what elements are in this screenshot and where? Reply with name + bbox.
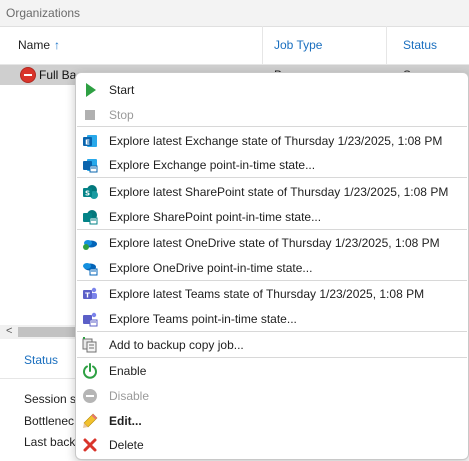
- exchange-pit-icon: [83, 159, 98, 173]
- session-status-label: Session st: [24, 392, 80, 406]
- panel-title: Organizations: [6, 6, 81, 20]
- menu-separator: [77, 126, 467, 127]
- column-name-header[interactable]: Name ↑: [18, 26, 60, 64]
- disable-icon: [83, 389, 97, 403]
- exchange-icon: E: [83, 135, 97, 147]
- menu-separator: [77, 357, 467, 358]
- menu-item-explore-teams-latest[interactable]: T Explore latest Teams state of Thursday…: [76, 282, 468, 306]
- menu-item-explore-teams-pit[interactable]: Explore Teams point-in-time state...: [76, 307, 468, 331]
- onedrive-icon: [83, 240, 97, 250]
- delete-x-icon: [83, 438, 97, 452]
- menu-item-explore-onedrive-pit[interactable]: Explore OneDrive point-in-time state...: [76, 256, 468, 280]
- menu-item-delete[interactable]: Delete: [76, 433, 468, 457]
- last-backup-label: Last backu: [24, 435, 83, 449]
- column-headers: Name ↑ Job Type Status: [0, 26, 469, 65]
- play-icon: [86, 83, 96, 97]
- menu-item-explore-sharepoint-pit[interactable]: Explore SharePoint point-in-time state..…: [76, 205, 468, 229]
- column-divider[interactable]: [386, 26, 387, 64]
- scroll-left-icon[interactable]: <: [6, 325, 12, 337]
- menu-item-edit[interactable]: Edit...: [76, 409, 468, 433]
- pencil-icon: [83, 413, 98, 428]
- menu-item-disable[interactable]: Disable: [76, 384, 468, 408]
- teams-icon: T: [83, 287, 97, 299]
- onedrive-pit-icon: [83, 263, 98, 276]
- organizations-panel-header: Organizations: [0, 0, 469, 27]
- column-divider[interactable]: [262, 26, 263, 64]
- svg-text:S: S: [85, 189, 90, 197]
- teams-pit-icon: [83, 312, 98, 327]
- menu-separator: [77, 331, 467, 332]
- menu-item-explore-onedrive-latest[interactable]: Explore latest OneDrive state of Thursda…: [76, 231, 468, 255]
- menu-item-add-to-backup-copy-job[interactable]: Add to backup copy job...: [76, 333, 468, 357]
- backup-copy-job-icon: [82, 337, 97, 353]
- scrollbar-thumb[interactable]: [18, 327, 78, 337]
- menu-separator: [77, 280, 467, 281]
- menu-item-enable[interactable]: Enable: [76, 359, 468, 383]
- menu-item-start[interactable]: Start: [76, 78, 468, 102]
- svg-text:T: T: [85, 291, 90, 299]
- menu-item-explore-exchange-pit[interactable]: Explore Exchange point-in-time state...: [76, 153, 468, 177]
- power-icon: [83, 363, 97, 379]
- sharepoint-icon: S: [83, 185, 98, 199]
- menu-item-explore-sharepoint-latest[interactable]: S Explore latest SharePoint state of Thu…: [76, 180, 468, 204]
- sharepoint-pit-icon: [83, 210, 98, 225]
- job-failed-icon: [20, 67, 36, 83]
- column-job-type-header[interactable]: Job Type: [274, 26, 322, 64]
- menu-separator: [77, 177, 467, 178]
- tab-status[interactable]: Status: [24, 353, 58, 367]
- stop-icon: [85, 110, 95, 120]
- sort-ascending-icon: ↑: [54, 38, 61, 52]
- menu-item-explore-exchange-latest[interactable]: E Explore latest Exchange state of Thurs…: [76, 129, 468, 153]
- menu-separator: [77, 229, 467, 230]
- context-menu: Start Stop E Explore latest Exchange sta…: [75, 72, 469, 460]
- svg-text:E: E: [85, 138, 90, 146]
- bottleneck-label: Bottlenec: [24, 414, 75, 428]
- column-status-header[interactable]: Status: [403, 26, 437, 64]
- menu-item-stop[interactable]: Stop: [76, 103, 468, 127]
